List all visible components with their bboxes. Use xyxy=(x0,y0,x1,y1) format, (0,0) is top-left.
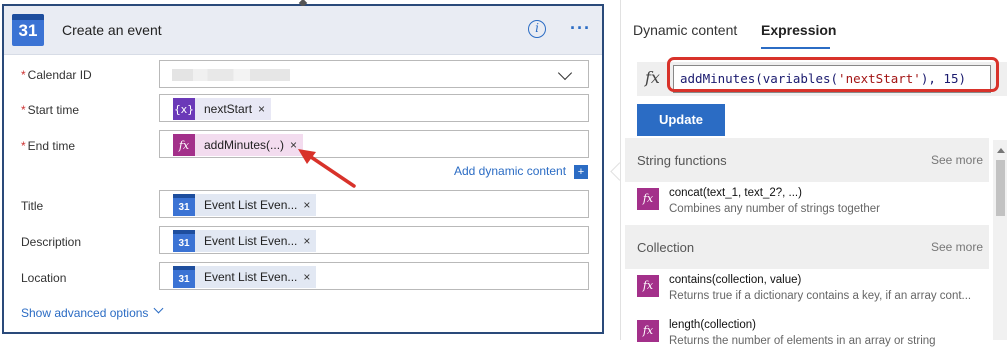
see-more-link[interactable]: See more xyxy=(931,153,983,167)
token-label: Event List Even... xyxy=(204,198,298,212)
card-header[interactable]: 31 Create an event i ··· xyxy=(4,6,602,55)
calendar-id-label: * Calendar ID xyxy=(21,68,92,82)
calendar-icon: 31 xyxy=(173,266,195,288)
function-item-contains[interactable]: fx contains(collection, value) Returns t… xyxy=(637,269,987,313)
add-dynamic-content-link[interactable]: Add dynamic content xyxy=(454,164,566,178)
annotation-arrow-icon xyxy=(298,149,356,188)
calendar-icon: 31 xyxy=(12,14,44,46)
section-title: Collection xyxy=(637,240,695,255)
scroll-up-icon[interactable] xyxy=(997,148,1005,153)
remove-token-icon[interactable]: × xyxy=(303,270,316,284)
tab-expression[interactable]: Expression xyxy=(761,22,836,38)
section-title: String functions xyxy=(637,153,727,168)
string-functions-header: String functions See more xyxy=(625,138,989,182)
expression-icon: fx xyxy=(173,134,195,156)
dynamic-content-panel: Dynamic content Expression fx addMinutes… xyxy=(620,0,1007,347)
chevron-down-icon[interactable] xyxy=(153,303,164,314)
location-input[interactable]: 31 Event List Even... × xyxy=(159,262,589,290)
calendar-icon: 31 xyxy=(173,194,195,216)
card-title: Create an event xyxy=(62,22,162,38)
remove-token-icon[interactable]: × xyxy=(303,234,316,248)
collection-header: Collection See more xyxy=(625,225,989,269)
location-token[interactable]: 31 Event List Even... × xyxy=(173,266,317,288)
tab-dynamic-content[interactable]: Dynamic content xyxy=(633,22,737,38)
function-item-length[interactable]: fx length(collection) Returns the number… xyxy=(637,314,987,358)
info-icon[interactable]: i xyxy=(528,20,546,38)
more-options-icon[interactable]: ··· xyxy=(570,18,591,39)
fx-icon: fx xyxy=(637,188,659,210)
calendar-id-dropdown[interactable] xyxy=(159,60,589,88)
function-description: Returns true if a dictionary contains a … xyxy=(669,290,972,302)
function-description: Returns the number of elements in an arr… xyxy=(669,335,936,347)
redacted-value xyxy=(172,69,290,81)
token-label: addMinutes(...) xyxy=(204,138,285,152)
see-more-link[interactable]: See more xyxy=(931,240,983,254)
function-name: contains(collection, value) xyxy=(669,274,802,286)
token-label: Event List Even... xyxy=(204,234,298,248)
calendar-icon: 31 xyxy=(173,230,195,252)
description-label: Description xyxy=(21,235,82,249)
token-label: Event List Even... xyxy=(204,270,298,284)
description-input[interactable]: 31 Event List Even... × xyxy=(159,226,589,254)
function-item-concat[interactable]: fx concat(text_1, text_2?, ...) Combines… xyxy=(637,182,987,226)
start-time-token[interactable]: {x} nextStart × xyxy=(173,98,272,120)
expression-bar: fx addMinutes(variables('nextStart'), 15… xyxy=(637,57,1007,96)
function-description: Combines any number of strings together xyxy=(669,203,880,215)
function-name: concat(text_1, text_2?, ...) xyxy=(669,187,802,199)
fx-icon: fx xyxy=(645,68,660,87)
fx-icon: fx xyxy=(637,320,659,342)
title-input[interactable]: 31 Event List Even... × xyxy=(159,190,589,218)
create-event-card: 31 Create an event i ··· * Calendar ID * S… xyxy=(2,0,604,334)
end-time-input[interactable]: fx addMinutes(...) × xyxy=(159,130,589,158)
title-label: Title xyxy=(21,199,44,213)
end-time-token[interactable]: fx addMinutes(...) × xyxy=(173,134,304,156)
expression-highlight-box xyxy=(667,57,999,92)
start-time-input[interactable]: {x} nextStart × xyxy=(159,94,589,122)
chevron-down-icon[interactable] xyxy=(557,65,573,81)
title-token[interactable]: 31 Event List Even... × xyxy=(173,194,317,216)
remove-token-icon[interactable]: × xyxy=(258,102,271,116)
show-advanced-options-link[interactable]: Show advanced options xyxy=(21,306,148,320)
update-button[interactable]: Update xyxy=(637,104,725,136)
variable-icon: {x} xyxy=(173,98,195,120)
add-dynamic-content-plus-icon[interactable]: + xyxy=(574,165,588,179)
fx-icon: fx xyxy=(637,275,659,297)
remove-token-icon[interactable]: × xyxy=(303,198,316,212)
scroll-thumb[interactable] xyxy=(996,160,1005,216)
active-tab-indicator xyxy=(761,47,830,49)
start-time-label: * Start time xyxy=(21,103,80,117)
scrollbar[interactable] xyxy=(993,140,1007,340)
token-label: nextStart xyxy=(204,102,253,116)
description-token[interactable]: 31 Event List Even... × xyxy=(173,230,317,252)
function-name: length(collection) xyxy=(669,319,756,331)
location-label: Location xyxy=(21,271,67,285)
end-time-label: * End time xyxy=(21,139,76,153)
